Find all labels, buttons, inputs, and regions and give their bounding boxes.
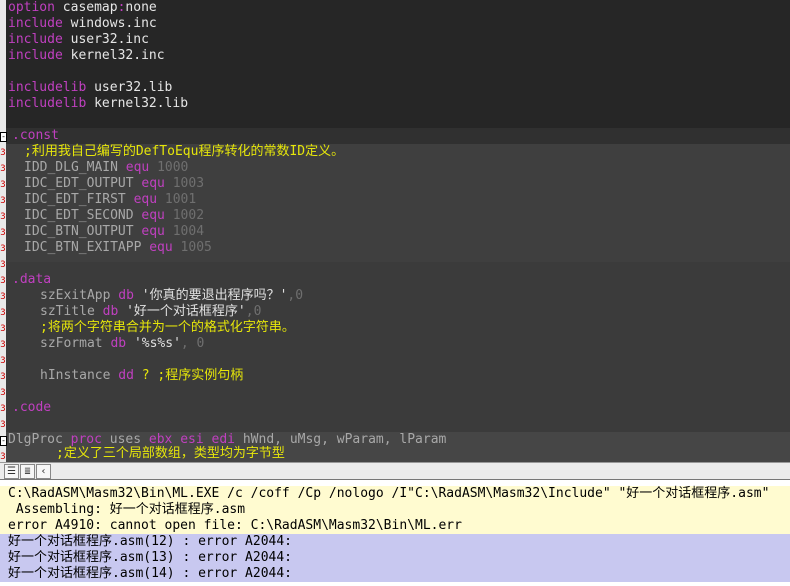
error-marker-icon: 3: [0, 276, 6, 286]
code-comment: ;定义了三个局部数组，类型均为字节型: [56, 446, 285, 461]
error-marker-icon: 3: [0, 148, 6, 158]
data-line: szFormat db '%s%s', 0: [40, 336, 205, 351]
error-marker-icon: 3: [0, 164, 6, 174]
output-error-line[interactable]: 好一个对话框程序.asm(13) : error A2044:: [0, 550, 790, 566]
error-marker-icon: 3: [0, 420, 6, 430]
output-line: C:\RadASM\Masm32\Bin\ML.EXE /c /coff /Cp…: [0, 486, 790, 502]
code-directive: .code: [12, 400, 52, 415]
code-editor[interactable]: - - 3 3 3 3 3 3 3 3 3 3 3 3 3 3 3 3 3 3 …: [0, 0, 790, 462]
error-marker-icon: 3: [0, 404, 6, 414]
const-line: IDC_EDT_OUTPUT equ 1003: [24, 176, 205, 191]
fold-toggle-icon[interactable]: -: [0, 132, 7, 142]
error-marker-icon: 3: [0, 372, 6, 382]
const-line: IDD_DLG_MAIN equ 1000: [24, 160, 189, 175]
error-marker-icon: 3: [0, 228, 6, 238]
output-line: error A4910: cannot open file: C:\RadASM…: [0, 518, 790, 534]
output-panel[interactable]: C:\RadASM\Masm32\Bin\ML.EXE /c /coff /Cp…: [0, 479, 790, 586]
const-directive: .const: [12, 128, 59, 143]
const-line: IDC_BTN_EXITAPP equ 1005: [24, 240, 212, 255]
editor-bottom-toolbar: ☰ ≣ ‹: [0, 462, 790, 479]
error-marker-icon: 3: [0, 356, 6, 366]
data-line: szExitApp db '你真的要退出程序吗？',0: [40, 288, 304, 303]
code-line: include kernel32.inc: [8, 48, 165, 63]
error-marker-icon: 3: [0, 244, 6, 254]
error-marker-icon: 3: [0, 452, 6, 462]
code-comment: ;将两个字符串合并为一个的格式化字符串。: [40, 320, 295, 335]
code-line: includelib kernel32.lib: [8, 96, 189, 111]
data-line: szTitle db '好一个对话框程序',0: [40, 304, 262, 319]
error-marker-icon: 3: [0, 324, 6, 334]
code-comment: ;利用我自己编写的DefToEqu程序转化的常数ID定义。: [24, 144, 345, 159]
error-marker-icon: 3: [0, 292, 6, 302]
error-marker-icon: 3: [0, 260, 6, 270]
code-line: option casemap:none: [8, 0, 157, 15]
output-error-line[interactable]: 好一个对话框程序.asm(12) : error A2044:: [0, 534, 790, 550]
data-directive: .data: [12, 272, 52, 287]
code-line: include windows.inc: [8, 16, 157, 31]
output-error-line[interactable]: 好一个对话框程序.asm(14) : error A2044:: [0, 566, 790, 582]
scroll-left-icon[interactable]: ‹: [36, 464, 51, 479]
data-line: hInstance dd ? ;程序实例句柄: [40, 368, 244, 383]
code-line: include user32.inc: [8, 32, 149, 47]
output-line: Assembling: 好一个对话框程序.asm: [0, 502, 790, 518]
error-marker-icon: 3: [0, 196, 6, 206]
const-line: IDC_EDT_SECOND equ 1002: [24, 208, 205, 223]
error-marker-icon: 3: [0, 212, 6, 222]
const-line: IDC_BTN_OUTPUT equ 1004: [24, 224, 205, 239]
code-line: includelib user32.lib: [8, 80, 173, 95]
fold-toggle-icon[interactable]: -: [0, 436, 7, 446]
error-marker-icon: 3: [0, 340, 6, 350]
error-marker-icon: 3: [0, 308, 6, 318]
view-list-icon[interactable]: ≣: [20, 464, 35, 479]
const-line: IDC_EDT_FIRST equ 1001: [24, 192, 197, 207]
error-marker-icon: 3: [0, 388, 6, 398]
error-marker-icon: 3: [0, 180, 6, 190]
const-band: [6, 128, 790, 144]
view-code-icon[interactable]: ☰: [4, 464, 19, 479]
